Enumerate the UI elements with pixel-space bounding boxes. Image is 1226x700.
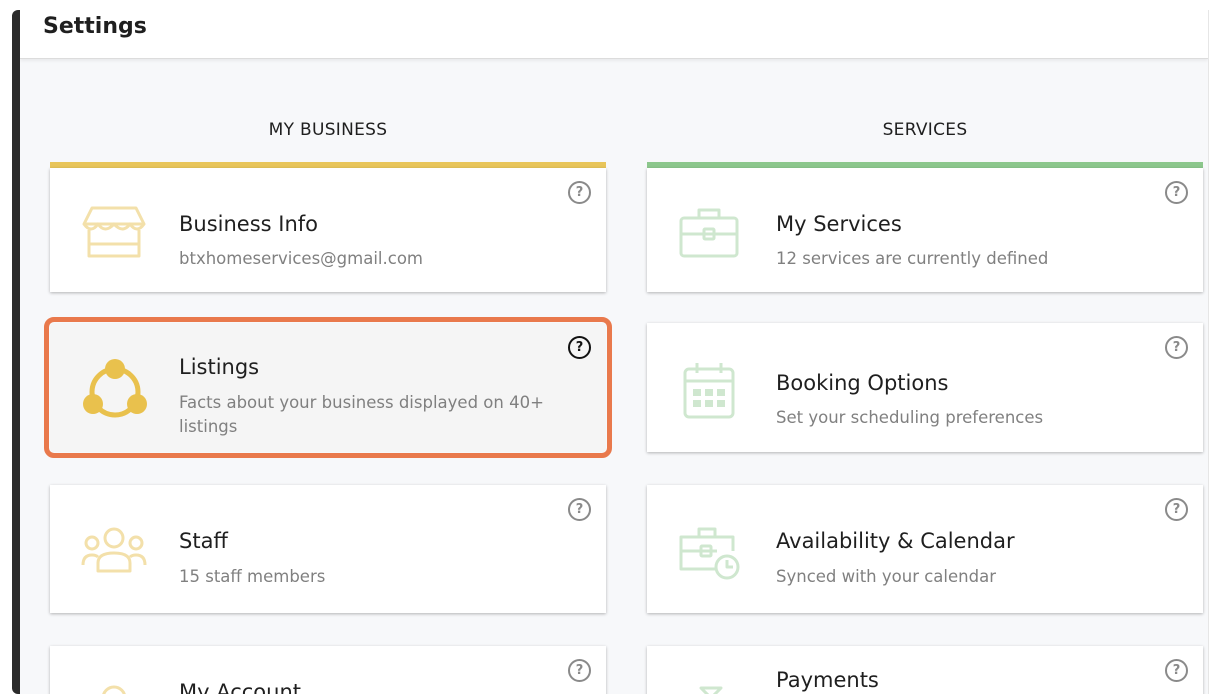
calendar-icon [683, 363, 735, 419]
briefcase-clock-icon [679, 527, 740, 580]
briefcase-icon [679, 208, 739, 258]
card-payments[interactable]: Payments ? [647, 646, 1203, 694]
card-staff[interactable]: Staff 15 staff members ? [50, 485, 606, 613]
card-my-account[interactable]: My Account ? [50, 646, 606, 694]
help-icon[interactable]: ? [568, 181, 591, 204]
help-icon[interactable]: ? [1165, 659, 1188, 682]
column-heading-my-business: MY BUSINESS [268, 120, 388, 140]
people-group-icon [81, 527, 147, 573]
settings-page: Settings MY BUSINESS SERVICES Business I… [20, 10, 1209, 694]
help-icon[interactable]: ? [568, 659, 591, 682]
help-icon[interactable]: ? [1165, 336, 1188, 359]
card-title: Listings [179, 355, 260, 379]
card-subtitle: 15 staff members [179, 567, 326, 586]
storefront-icon [82, 206, 146, 258]
help-icon[interactable]: ? [1165, 498, 1188, 521]
page-header: Settings [20, 10, 1208, 59]
card-title: My Account [179, 680, 302, 694]
card-title: Booking Options [776, 371, 949, 395]
card-title: My Services [776, 212, 902, 236]
card-subtitle: Facts about your business displayed on 4… [179, 393, 544, 436]
card-subtitle: Set your scheduling preferences [776, 408, 1044, 427]
window-edge [12, 10, 20, 694]
card-listings[interactable]: Listings Facts about your business displ… [44, 317, 612, 458]
page-title: Settings [43, 14, 147, 39]
card-title: Availability & Calendar [776, 529, 1015, 553]
card-title: Payments [776, 668, 879, 692]
help-icon[interactable]: ? [1165, 181, 1188, 204]
help-icon[interactable]: ? [568, 336, 591, 359]
card-title: Business Info [179, 212, 319, 236]
payments-icon [699, 686, 723, 694]
card-subtitle: Synced with your calendar [776, 567, 996, 586]
card-subtitle: 12 services are currently defined [776, 249, 1049, 268]
help-icon[interactable]: ? [568, 498, 591, 521]
card-business-info[interactable]: Business Info btxhomeservices@gmail.com … [50, 168, 606, 292]
column-heading-services: SERVICES [882, 120, 968, 140]
card-booking-options[interactable]: Booking Options Set your scheduling pref… [647, 323, 1203, 452]
card-subtitle: btxhomeservices@gmail.com [179, 249, 423, 268]
card-availability-calendar[interactable]: Availability & Calendar Synced with your… [647, 485, 1203, 613]
network-nodes-icon [83, 359, 147, 418]
card-my-services[interactable]: My Services 12 services are currently de… [647, 168, 1203, 292]
card-title: Staff [179, 529, 228, 553]
user-icon [102, 685, 126, 694]
